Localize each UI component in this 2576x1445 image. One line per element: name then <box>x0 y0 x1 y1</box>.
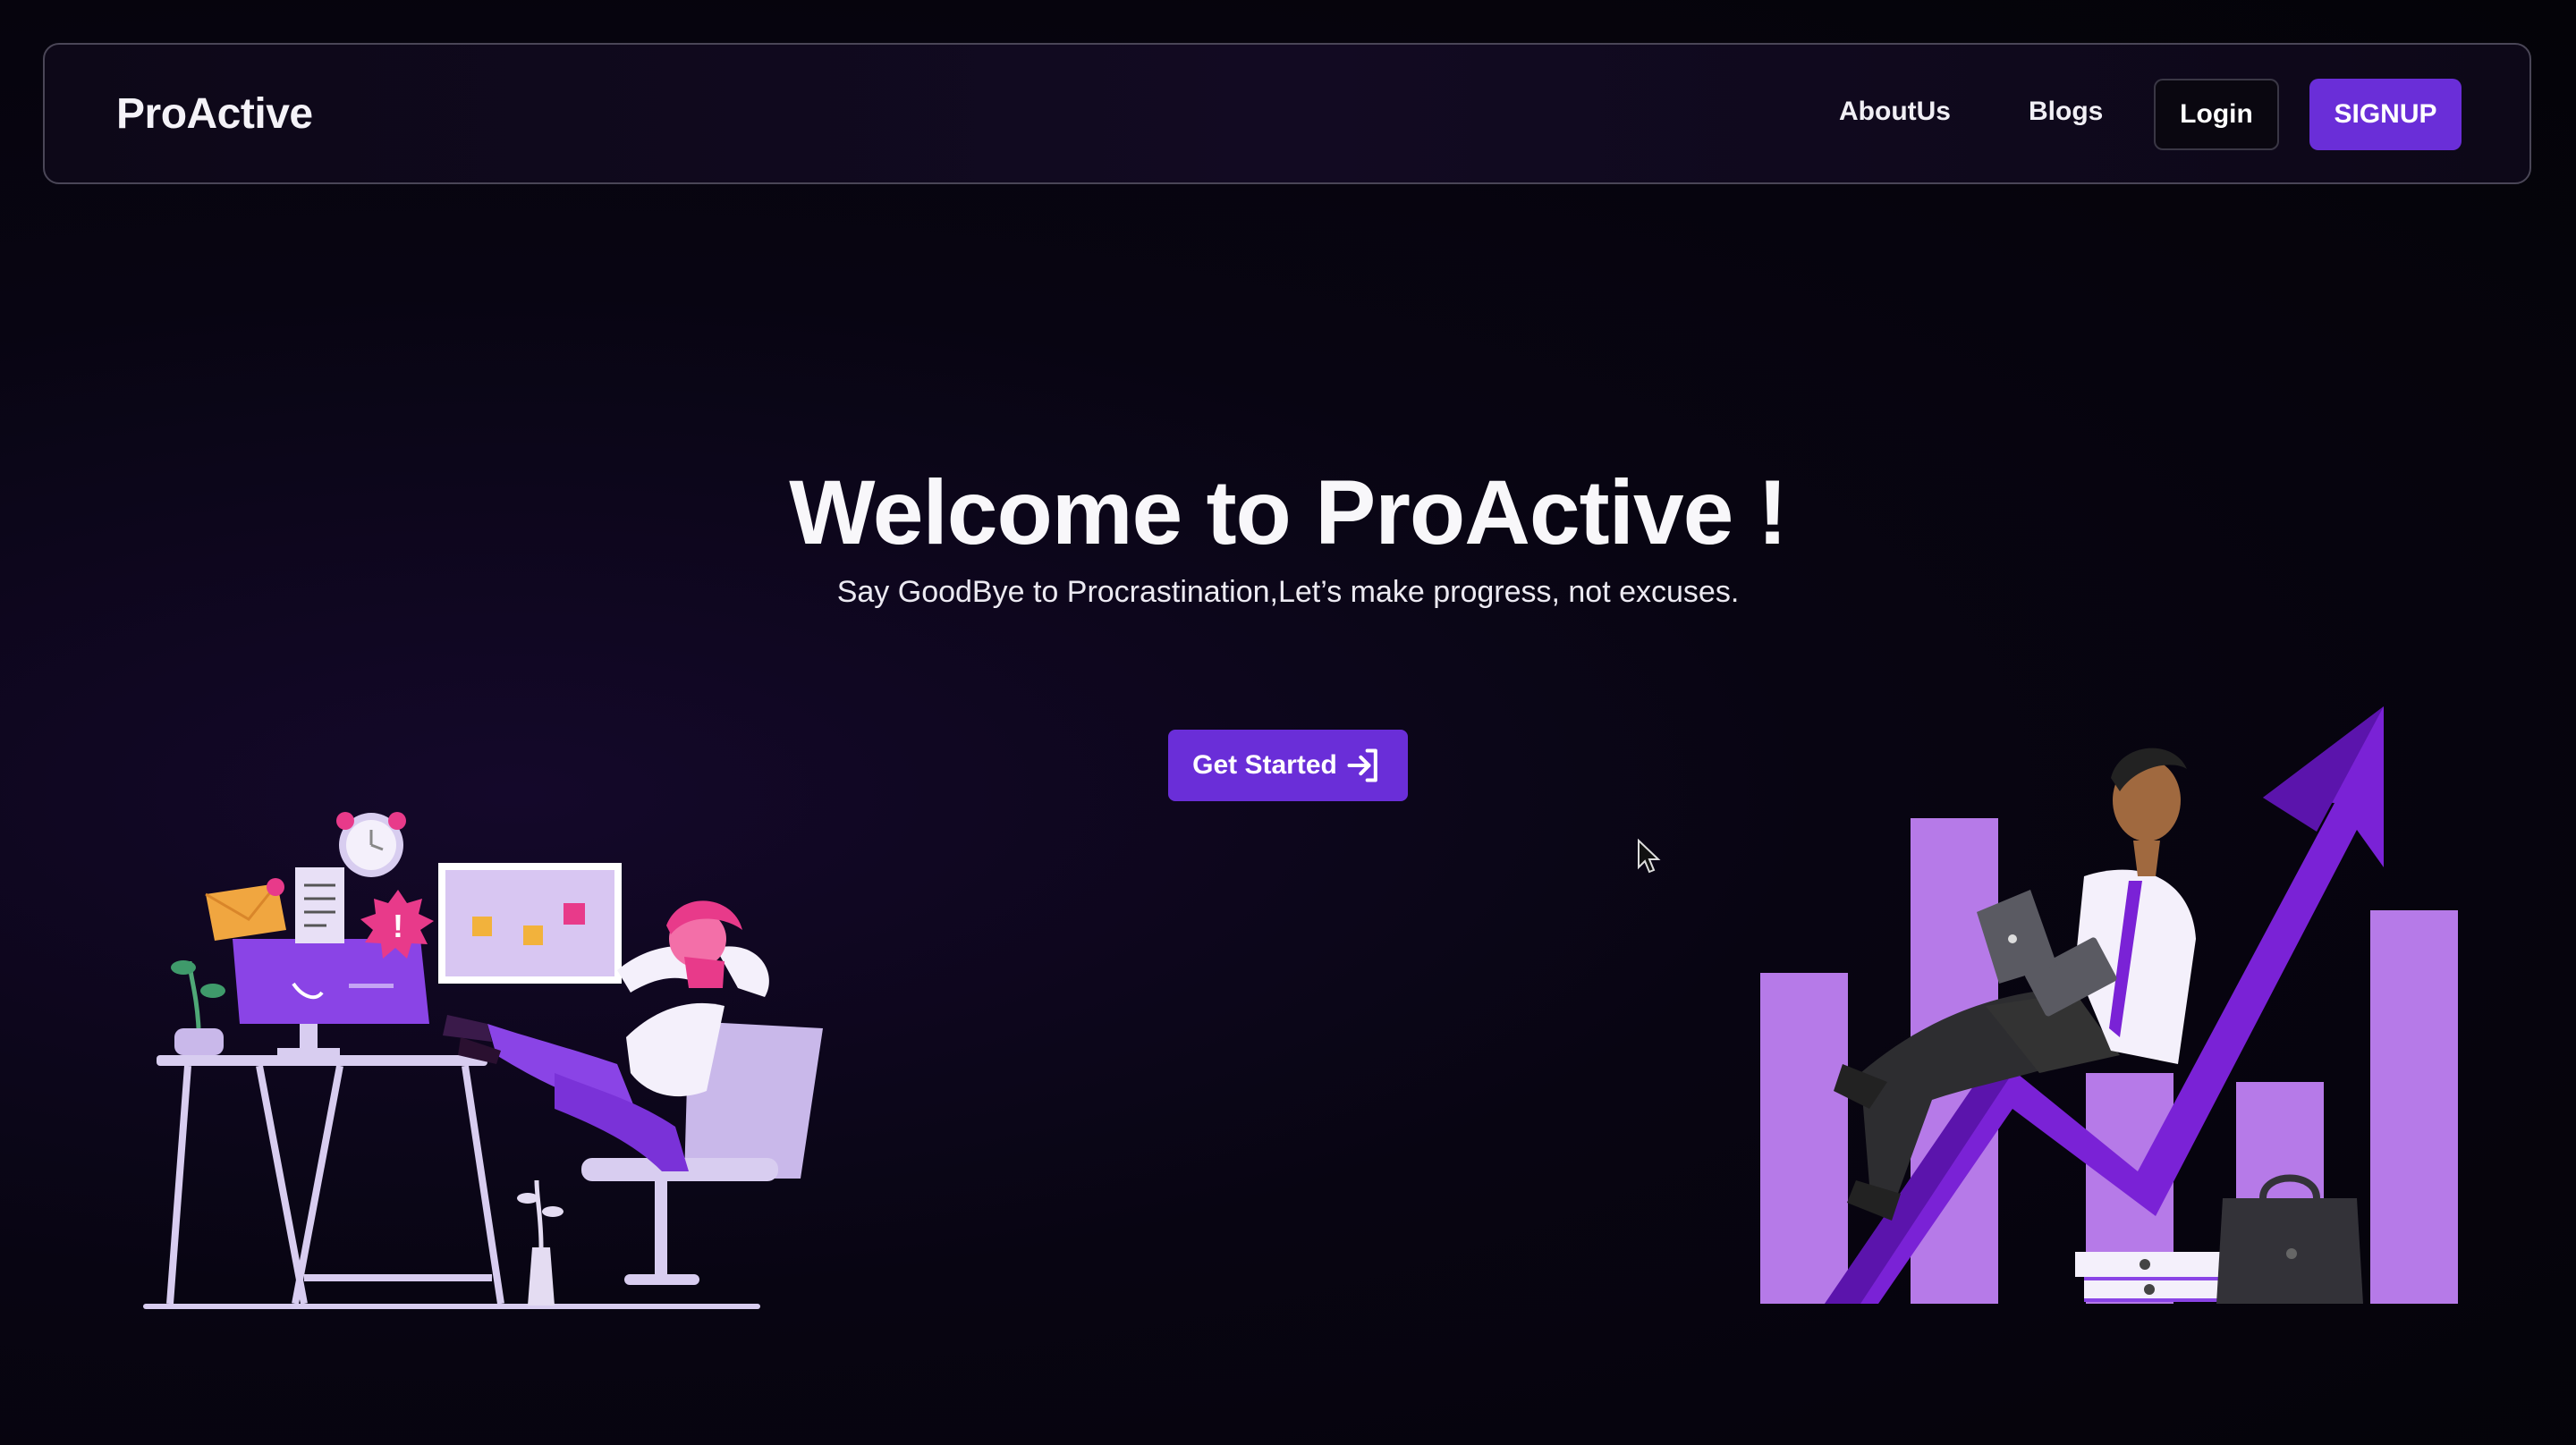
sign-in-arrow-icon <box>1347 748 1377 782</box>
nav-menu: AboutUs Blogs <box>939 45 2533 186</box>
login-button[interactable]: Login <box>2154 79 2279 150</box>
procrastination-illustration: ! <box>143 812 823 1309</box>
get-started-label: Get Started <box>1192 750 1337 780</box>
svg-text:!: ! <box>393 908 403 944</box>
get-started-button[interactable]: Get Started <box>1168 730 1408 801</box>
hero-title: Welcome to ProActive ! <box>789 461 1787 563</box>
nav-link-blogs[interactable]: Blogs <box>2029 97 2103 127</box>
hero-subtitle: Say GoodBye to Procrastination,Let’s mak… <box>836 575 1740 609</box>
growth-chart-illustration <box>1760 706 2458 1304</box>
nav-link-about-us[interactable]: AboutUs <box>1839 97 1951 127</box>
navbar: ProActive AboutUs Blogs Login SIGNUP <box>43 43 2531 184</box>
signup-button[interactable]: SIGNUP <box>2309 79 2462 150</box>
brand-logo[interactable]: ProActive <box>116 89 313 139</box>
mouse-cursor-icon <box>1638 839 1661 874</box>
